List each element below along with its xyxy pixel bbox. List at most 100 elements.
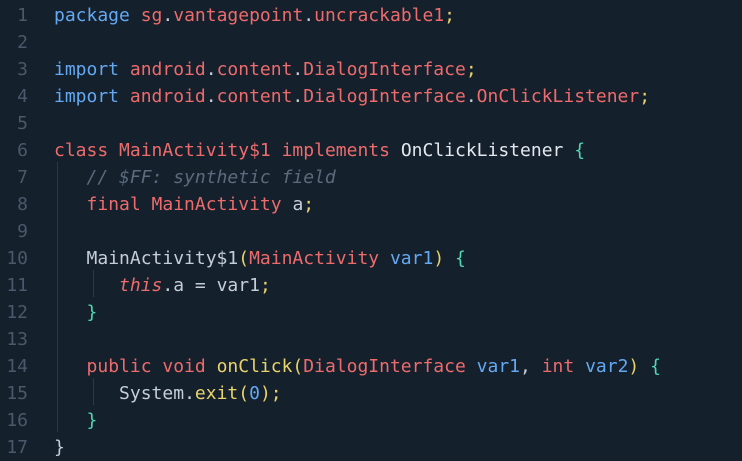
code-line[interactable]: 12 } [0,299,742,326]
line-code: public void onClick(DialogInterface var1… [54,353,661,380]
code-token: } [86,410,98,431]
code-token: . [184,383,195,404]
code-token: . [205,86,217,107]
code-token: 0 [249,383,260,404]
code-token: vantagepoint [173,5,304,26]
code-line[interactable]: 14 public void onClick(DialogInterface v… [0,353,742,380]
line-code: class MainActivity$1 implements OnClickL… [54,137,585,164]
code-token: { [455,248,466,269]
indent-guide [57,162,58,432]
code-token: android [129,86,206,107]
code-line[interactable]: 1 package sg.vantagepoint.uncrackable1; [0,2,742,29]
code-token: class [54,140,120,161]
code-token: // $FF: synthetic field [86,167,336,188]
line-number: 11 [6,275,28,296]
code-line[interactable]: 15 System.exit(0); [0,380,742,407]
line-number: 3 [17,59,28,80]
code-token: ); [259,383,282,404]
line-code: System.exit(0); [54,380,282,407]
code-line[interactable]: 4 import android.content.DialogInterface.… [0,83,742,110]
code-token: public [86,356,163,377]
code-token: . [303,5,315,26]
code-token: content [216,86,293,107]
line-number: 4 [17,86,28,107]
line-code: // $FF: synthetic field [54,164,336,191]
line-code: } [54,434,65,461]
line-number: 17 [6,437,28,458]
code-token: . [292,86,304,107]
code-token: OnClickListener [476,86,640,107]
line-code: final MainActivity a; [54,191,315,218]
code-line[interactable]: 17} [0,434,742,461]
code-token: sg [140,5,163,26]
line-number: 8 [17,194,28,215]
line-code: import android.content.DialogInterface.O… [54,83,650,110]
code-token: { [574,140,586,161]
code-token: DialogInterface [303,356,477,377]
line-number: 10 [6,248,28,269]
code-token: this [119,275,163,296]
code-line[interactable]: 5 [0,110,742,137]
code-token: MainActivity [151,194,293,215]
code-token: var1 [389,248,434,269]
code-token: package [54,5,141,26]
line-code: this.a = var1; [54,272,271,299]
code-token: exit [194,383,239,404]
line-number: 16 [6,410,28,431]
code-line[interactable]: 3 import android.content.DialogInterface; [0,56,742,83]
code-token: } [86,302,98,323]
code-token: final [86,194,152,215]
code-token: , [520,356,542,377]
line-number: 14 [6,356,28,377]
code-editor[interactable]: 1 package sg.vantagepoint.uncrackable1; 2 3… [0,0,742,459]
code-line[interactable]: 9 [0,218,742,245]
code-line[interactable]: 8 final MainActivity a; [0,191,742,218]
code-token: implements [281,140,401,161]
line-code: } [54,407,98,434]
code-token: var1 [476,356,521,377]
code-token: android [129,59,206,80]
line-number: 2 [17,32,28,53]
indent-guide [93,270,94,297]
code-line[interactable]: 16 } [0,407,742,434]
line-code: MainActivity$1(MainActivity var1) { [54,245,466,272]
code-token: { [650,356,661,377]
code-token: DialogInterface [303,59,466,80]
code-token: ; [444,5,456,26]
code-line[interactable]: 11 this.a = var1; [0,272,742,299]
line-number: 12 [6,302,28,323]
code-token: ) [433,248,456,269]
code-token: content [216,59,293,80]
code-token: import [54,86,130,107]
code-token: MainActivity$1 [86,248,239,269]
code-line[interactable]: 2 [0,29,742,56]
code-token: OnClickListener [400,140,575,161]
code-token: . [292,59,304,80]
code-line[interactable]: 10 MainActivity$1(MainActivity var1) { [0,245,742,272]
code-token: ; [465,59,477,80]
code-token: System [119,383,185,404]
code-line[interactable]: 7 // $FF: synthetic field [0,164,742,191]
code-token: uncrackable1 [314,5,445,26]
line-number: 1 [17,5,28,26]
line-number: 13 [6,329,28,350]
code-line[interactable]: 13 [0,326,742,353]
line-code: package sg.vantagepoint.uncrackable1; [54,2,455,29]
code-token: import [54,59,130,80]
indent-guide [93,378,94,405]
code-token: DialogInterface [303,86,466,107]
line-number: 6 [17,140,28,161]
code-token: } [54,437,65,458]
code-token: onClick [216,356,293,377]
code-token: ( [238,248,250,269]
code-token: . [465,86,477,107]
code-line[interactable]: 6 class MainActivity$1 implements OnClick… [0,137,742,164]
code-token: ; [639,86,651,107]
